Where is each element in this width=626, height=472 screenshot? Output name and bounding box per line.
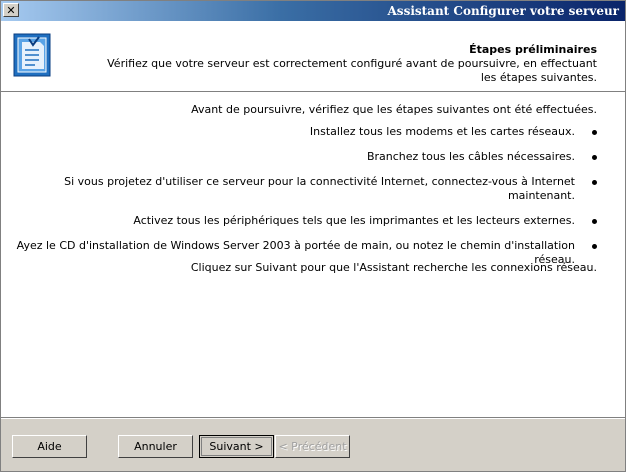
footer-divider: [1, 417, 625, 419]
list-item: Activez tous les périphériques tels que …: [1, 214, 597, 228]
list-item: Branchez tous les câbles nécessaires.: [1, 150, 597, 164]
closing-text: Cliquez sur Suivant pour que l'Assistant…: [190, 261, 597, 274]
header-title: Étapes préliminaires: [469, 43, 597, 56]
help-button[interactable]: Aide: [12, 435, 87, 458]
title-bar[interactable]: ✕ Assistant Configurer votre serveur: [1, 1, 625, 21]
bullet-icon: [592, 244, 597, 249]
step-text: Branchez tous les câbles nécessaires.: [366, 150, 575, 163]
next-button[interactable]: Suivant >: [199, 435, 274, 458]
step-text: Installez tous les modems et les cartes …: [309, 125, 575, 138]
step-text: Activez tous les périphériques tels que …: [133, 214, 575, 227]
back-button[interactable]: < Précédent: [275, 435, 350, 458]
steps-list: Installez tous les modems et les cartes …: [1, 125, 597, 278]
list-item: Installez tous les modems et les cartes …: [1, 125, 597, 139]
wizard-header: Étapes préliminaires Vérifiez que votre …: [1, 21, 625, 92]
cancel-button[interactable]: Annuler: [118, 435, 193, 458]
step-text: Si vous projetez d'utiliser ce serveur p…: [64, 175, 575, 202]
wizard-content: Avant de poursuivre, vérifiez que les ét…: [1, 93, 625, 417]
wizard-document-icon: [13, 33, 51, 77]
bullet-icon: [592, 180, 597, 185]
bullet-icon: [592, 130, 597, 135]
bullet-icon: [592, 219, 597, 224]
wizard-window: ✕ Assistant Configurer votre serveur Éta…: [0, 0, 626, 472]
intro-text: Avant de poursuivre, vérifiez que les ét…: [191, 103, 597, 116]
list-item: Si vous projetez d'utiliser ce serveur p…: [1, 175, 597, 203]
close-button[interactable]: ✕: [3, 3, 19, 17]
bullet-icon: [592, 155, 597, 160]
header-subtitle: Vérifiez que votre serveur est correctem…: [107, 57, 597, 84]
window-title: Assistant Configurer votre serveur: [387, 4, 620, 18]
